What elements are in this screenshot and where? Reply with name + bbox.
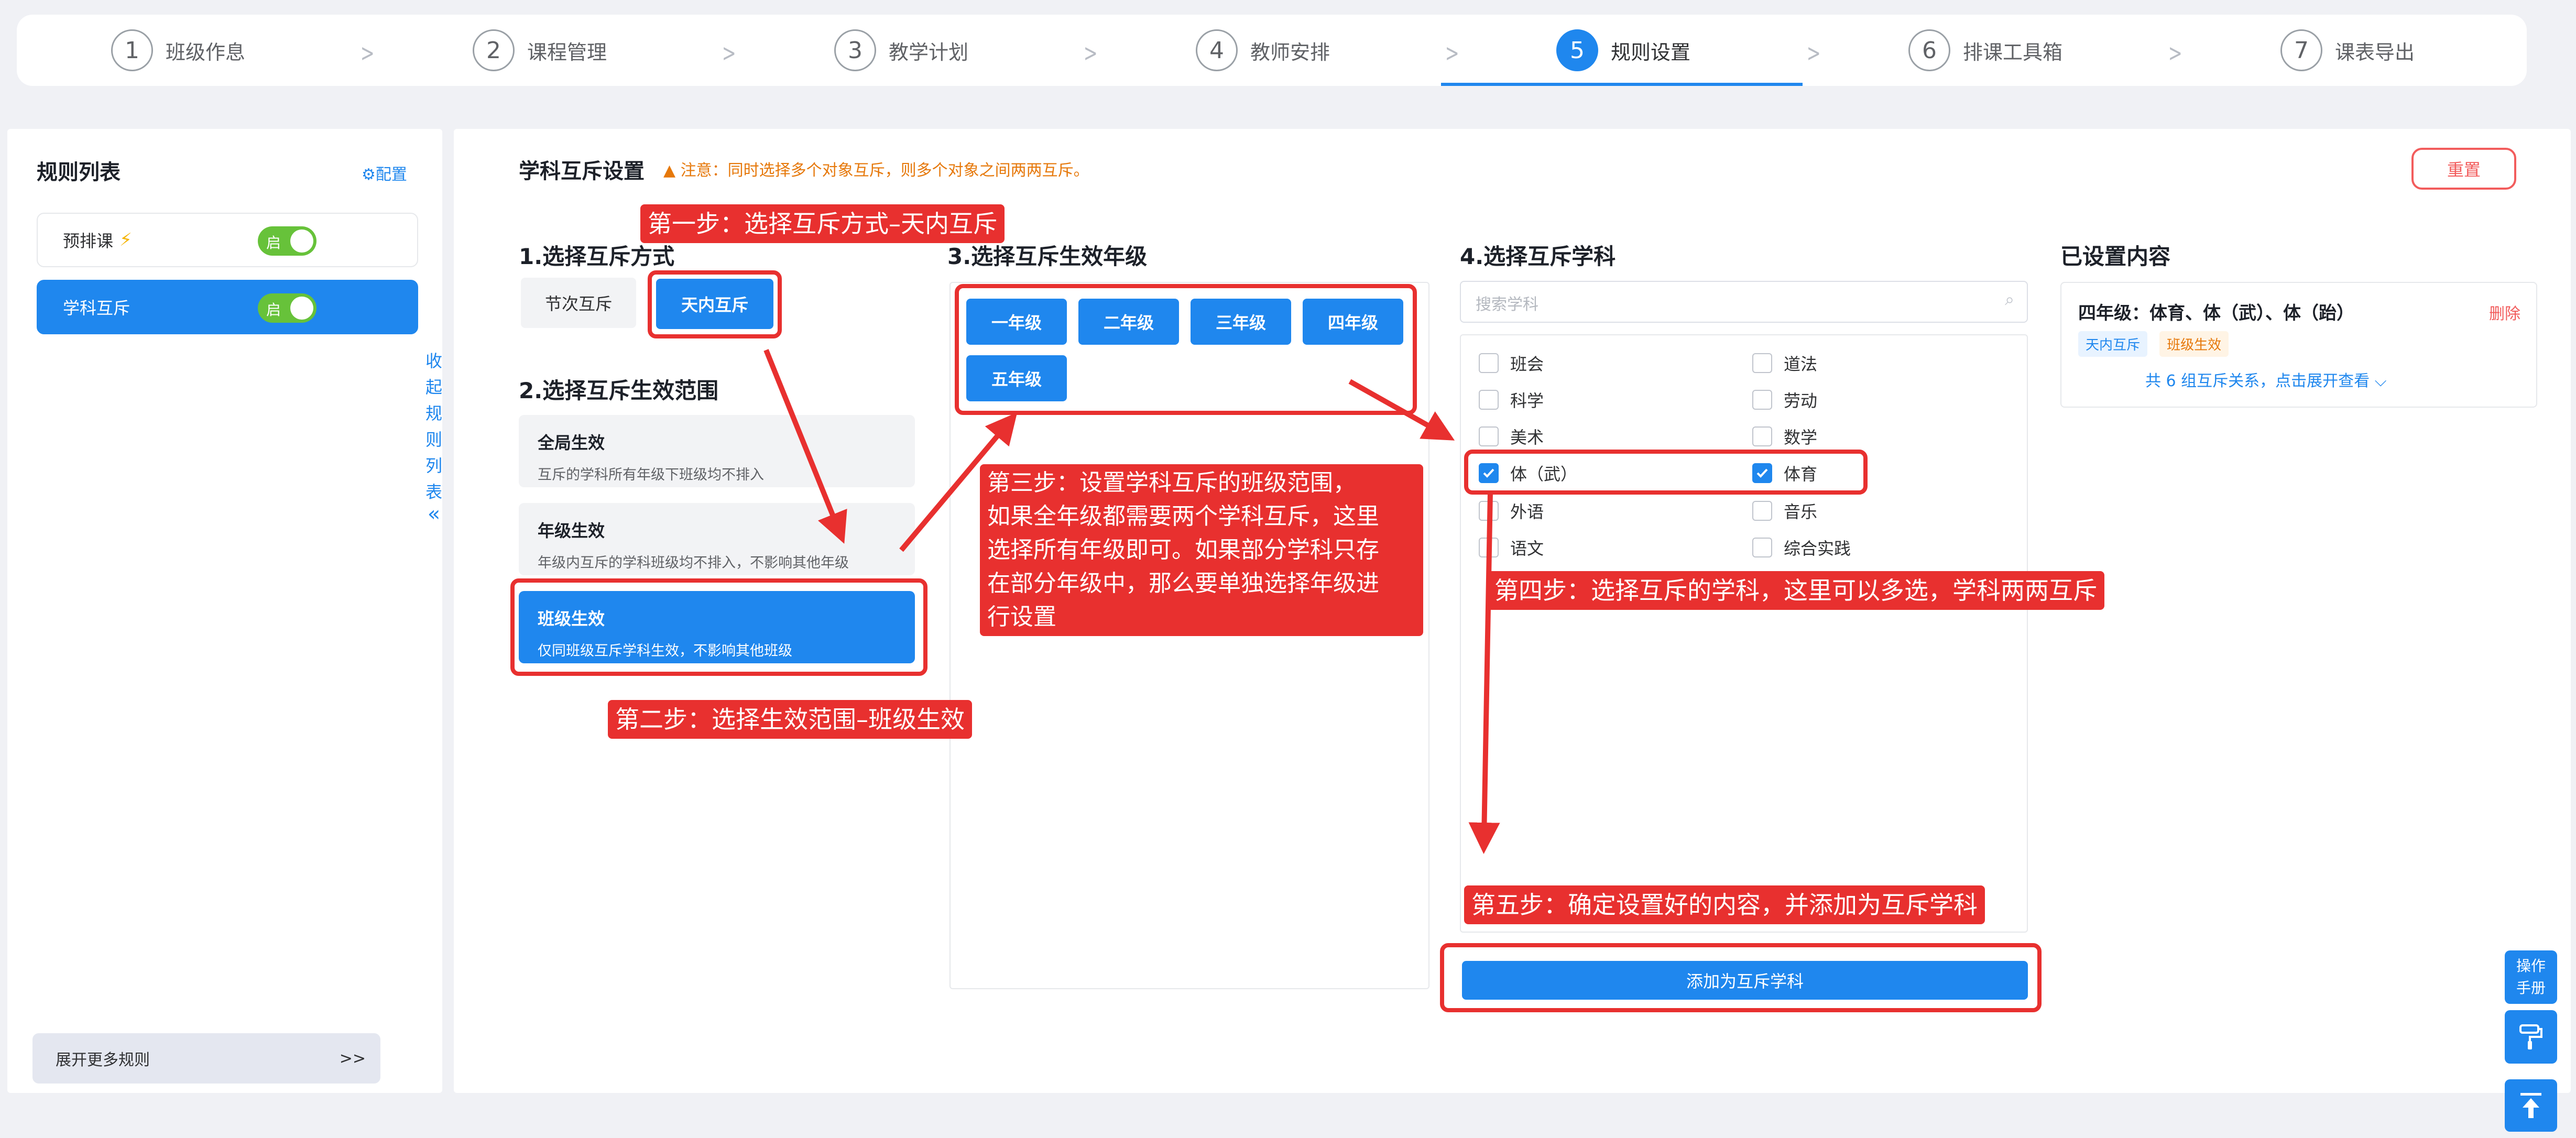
paint-roller-icon bbox=[2519, 1024, 2542, 1049]
arrow-up-to-top-icon bbox=[2520, 1093, 2541, 1118]
paint-roller-button[interactable] bbox=[2505, 1010, 2557, 1064]
back-to-top-button[interactable] bbox=[2505, 1079, 2557, 1132]
arrow-scope-to-grades bbox=[899, 412, 1018, 552]
arrow-subjects-to-add bbox=[1468, 492, 1500, 854]
arrow-grades-to-subjects bbox=[1348, 379, 1455, 441]
manual-label: 操作 bbox=[2516, 957, 2546, 975]
annotation-arrows bbox=[763, 349, 1500, 854]
operation-manual-button[interactable]: 操作 手册 bbox=[2505, 950, 2557, 1004]
arrow-step1-to-scope bbox=[763, 349, 847, 544]
manual-label: 手册 bbox=[2516, 979, 2546, 997]
